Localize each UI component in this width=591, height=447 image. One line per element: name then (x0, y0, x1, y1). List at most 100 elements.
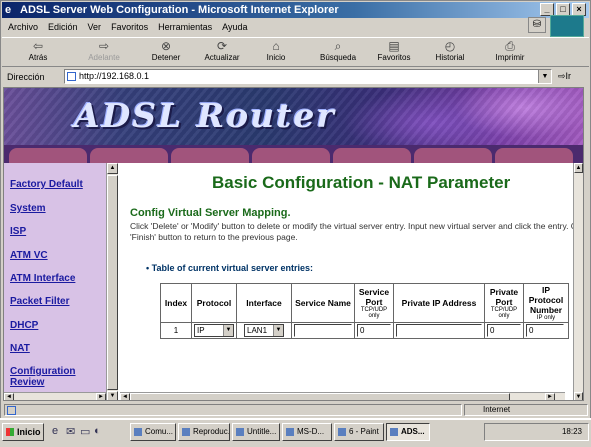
sidebar-hscrollbar[interactable]: ◄ ► (4, 392, 106, 400)
search-button[interactable]: ⌕ Búsqueda (316, 40, 360, 63)
nav-tab[interactable] (414, 148, 492, 163)
nav-tab[interactable] (171, 148, 249, 163)
banner-title: ADSL Router (74, 96, 336, 135)
service-name-input[interactable] (294, 324, 352, 337)
menu-ver[interactable]: Ver (88, 22, 102, 32)
address-url: http://192.168.0.1 (79, 71, 150, 81)
task-button[interactable]: Untitle... (232, 423, 280, 441)
address-bar: Dirección http://192.168.0.1 ▼ ⇨Ir (2, 68, 589, 85)
menu-favoritos[interactable]: Favoritos (111, 22, 148, 32)
task-button[interactable]: Comu... (130, 423, 176, 441)
go-button[interactable]: ⇨Ir (558, 71, 571, 82)
app-icon (182, 428, 190, 436)
sidebar-item-atm-vc[interactable]: ATM VC (10, 250, 48, 261)
sidebar-item-isp[interactable]: ISP (10, 226, 26, 237)
scroll-thumb[interactable] (107, 175, 118, 390)
nav-tab[interactable] (495, 148, 573, 163)
table-caption: • Table of current virtual server entrie… (146, 263, 314, 273)
refresh-button[interactable]: ⟳ Actualizar (200, 39, 244, 63)
browser-window: e ADSL Server Web Configuration - Micros… (0, 0, 591, 426)
links-icon[interactable]: ⛁ (528, 17, 546, 33)
clock[interactable]: 18:23 (562, 427, 582, 436)
sidebar-vscrollbar[interactable]: ▲ ▼ (106, 163, 118, 400)
private-ip-cell (394, 323, 484, 338)
channel-quicklaunch-icon[interactable]: ◐ (94, 425, 101, 437)
column-header: Private Port TCP/UDP only (485, 284, 523, 322)
top-nav-tabs (4, 145, 583, 163)
virtual-server-table: Index Protocol Interface Service Name Se… (160, 283, 569, 339)
column-header: Private IP Address (394, 284, 484, 322)
private-port-input[interactable]: 0 (487, 324, 521, 337)
scroll-thumb[interactable] (130, 393, 510, 400)
nav-tab[interactable] (252, 148, 330, 163)
menu-edicion[interactable]: Edición (48, 22, 78, 32)
scroll-left-icon[interactable]: ◄ (4, 393, 14, 400)
sidebar-item-atm-interface[interactable]: ATM Interface (10, 273, 75, 284)
scroll-down-icon[interactable]: ▼ (107, 391, 118, 400)
task-button[interactable]: 6 - Paint (334, 423, 384, 441)
address-input[interactable]: http://192.168.0.1 ▼ (64, 69, 552, 84)
status-message (4, 404, 462, 416)
address-dropdown-icon[interactable]: ▼ (538, 70, 551, 83)
history-button[interactable]: ◴ Historial (430, 40, 470, 63)
page-icon (7, 406, 16, 415)
status-bar: Internet (2, 403, 589, 417)
scroll-right-icon[interactable]: ► (545, 393, 555, 400)
forward-arrow-icon: ⇨ (98, 39, 110, 53)
ie-icon: e (5, 4, 12, 16)
task-button[interactable]: Reproduc... (178, 423, 230, 441)
scroll-down-icon[interactable]: ▼ (574, 392, 583, 400)
service-port-cell: 0 (355, 323, 393, 338)
nav-tab[interactable] (9, 148, 87, 163)
print-button[interactable]: ⎙ Imprimir (490, 40, 530, 63)
outlook-quicklaunch-icon[interactable]: ✉ (66, 425, 75, 438)
instructions-text: Click 'Delete' or 'Modify' button to del… (130, 221, 575, 242)
ie-quicklaunch-icon[interactable]: e (52, 425, 58, 437)
task-button[interactable]: MS-D... (282, 423, 332, 441)
sidebar-frame: Factory Default System ISP ATM VC ATM In… (4, 163, 112, 400)
home-button[interactable]: ⌂ Inicio (258, 40, 294, 63)
interface-select[interactable]: LAN1 ▼ (244, 324, 284, 337)
app-icon (286, 428, 294, 436)
sidebar-item-packet-filter[interactable]: Packet Filter (10, 296, 69, 307)
main-hscrollbar[interactable]: ◄ ► (120, 392, 565, 400)
sidebar-item-factory-default[interactable]: Factory Default (10, 179, 83, 190)
sidebar-item-nat[interactable]: NAT (10, 343, 30, 354)
table-row: 1 IP ▼ LAN1 ▼ 0 0 0 (161, 323, 568, 338)
table-header-row: Index Protocol Interface Service Name Se… (161, 284, 568, 322)
desktop-quicklaunch-icon[interactable]: ▭ (80, 425, 90, 438)
private-ip-input[interactable] (396, 324, 482, 337)
ip-protocol-input[interactable]: 0 (526, 324, 564, 337)
favorites-icon: ▤ (388, 39, 400, 53)
nav-tab[interactable] (333, 148, 411, 163)
scroll-up-icon[interactable]: ▲ (574, 163, 583, 173)
protocol-cell: IP ▼ (192, 323, 236, 338)
interface-cell: LAN1 ▼ (237, 323, 291, 338)
scroll-right-icon[interactable]: ► (96, 393, 106, 400)
sidebar-item-dhcp[interactable]: DHCP (10, 320, 38, 331)
forward-button[interactable]: ⇨ Adelante (82, 39, 126, 63)
main-vscrollbar[interactable]: ▲ ▼ (573, 163, 583, 400)
column-header: IP Protocol Number IP only (524, 284, 568, 322)
back-button[interactable]: ⇦ Atrás (20, 40, 56, 63)
start-button[interactable]: Inicio (2, 423, 44, 441)
scroll-up-icon[interactable]: ▲ (107, 163, 118, 174)
window-title: ADSL Server Web Configuration - Microsof… (20, 4, 339, 16)
ip-protocol-cell: 0 (524, 323, 568, 338)
menu-ayuda[interactable]: Ayuda (222, 22, 247, 32)
nav-tab[interactable] (90, 148, 168, 163)
refresh-icon: ⟳ (216, 39, 228, 53)
private-port-cell: 0 (485, 323, 523, 338)
stop-button[interactable]: ⊗ Detener (146, 40, 186, 63)
favorites-button[interactable]: ▤ Favoritos (372, 39, 416, 63)
scroll-left-icon[interactable]: ◄ (120, 393, 130, 400)
address-label: Dirección (7, 71, 45, 82)
menu-archivo[interactable]: Archivo (8, 22, 38, 32)
sidebar-item-configuration-review[interactable]: Configuration Review (10, 366, 90, 388)
service-port-input[interactable]: 0 (357, 324, 391, 337)
task-button-active[interactable]: ADS... (386, 423, 430, 441)
sidebar-item-system[interactable]: System (10, 203, 46, 214)
main-frame: Basic Configuration - NAT Parameter Conf… (120, 163, 575, 400)
menu-herramientas[interactable]: Herramientas (158, 22, 212, 32)
protocol-select[interactable]: IP ▼ (194, 324, 234, 337)
